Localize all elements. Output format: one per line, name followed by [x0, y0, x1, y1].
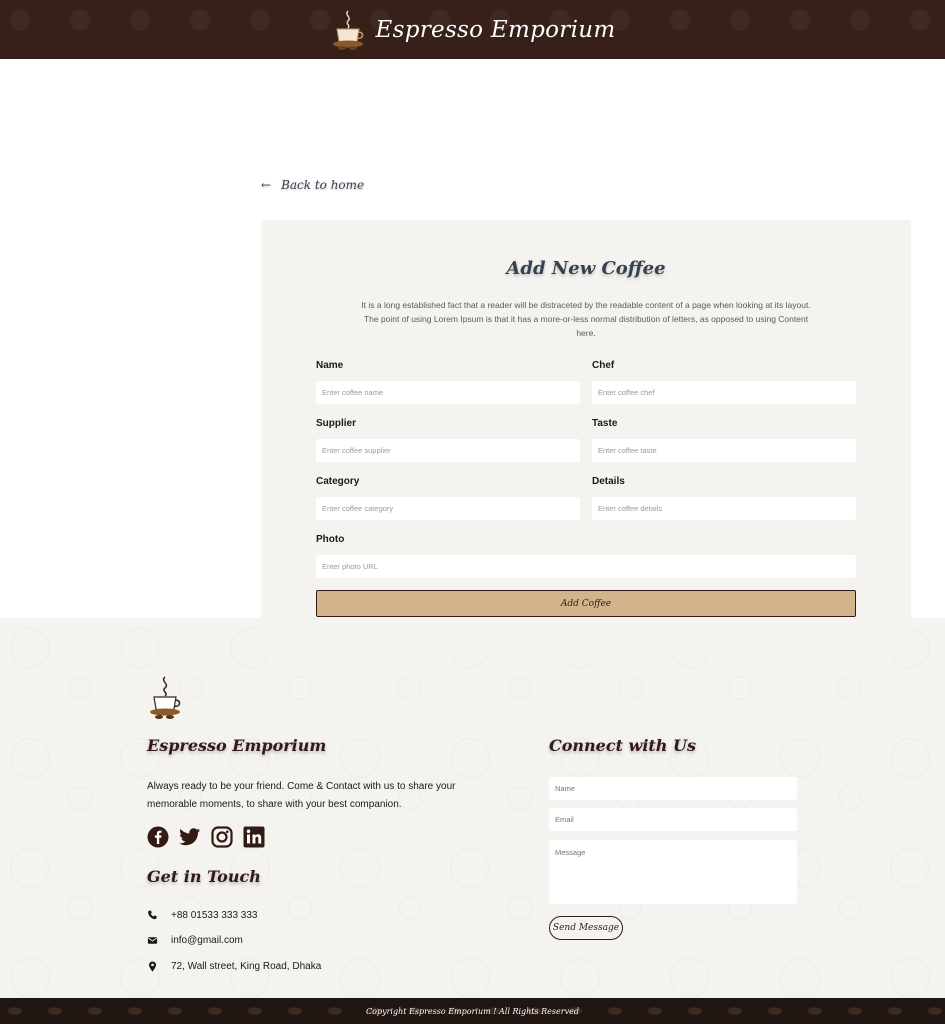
footer-about-text: Always ready to be your friend. Come & C…: [147, 781, 456, 810]
connect-message-input[interactable]: [549, 840, 797, 904]
taste-field-group: Taste: [592, 418, 856, 462]
coffee-cup-logo-icon: [150, 676, 181, 719]
details-label: Details: [592, 476, 625, 487]
social-links: [147, 826, 265, 848]
arrow-left-icon: ←: [261, 178, 272, 192]
add-coffee-form: Add New Coffee It is a long established …: [261, 220, 911, 653]
add-coffee-button[interactable]: Add Coffee: [316, 590, 856, 617]
category-label: Category: [316, 476, 360, 487]
taste-input[interactable]: [592, 439, 856, 462]
copyright-bar: Copyright Espresso Emporium ! All Rights…: [0, 998, 945, 1024]
name-label: Name: [316, 360, 344, 371]
photo-label: Photo: [316, 534, 345, 545]
chef-field-group: Chef: [592, 360, 856, 404]
form-title: Add New Coffee: [506, 258, 666, 279]
chef-input[interactable]: [592, 381, 856, 404]
connect-email-input[interactable]: [549, 808, 797, 831]
footer-brand: Espresso Emporium: [147, 736, 327, 755]
chef-label: Chef: [592, 360, 615, 371]
phone-icon: [148, 910, 157, 920]
photo-input[interactable]: [316, 555, 856, 578]
contact-email: info@gmail.com: [147, 935, 243, 946]
envelope-icon: [147, 937, 158, 944]
taste-label: Taste: [592, 418, 618, 429]
linkedin-icon[interactable]: [243, 826, 265, 848]
connect-heading: Connect with Us: [549, 736, 696, 755]
site-header: Espresso Emporium: [0, 0, 945, 59]
category-field-group: Category: [316, 476, 580, 520]
contact-address: 72, Wall street, King Road, Dhaka: [147, 961, 321, 972]
map-pin-icon: [149, 961, 156, 972]
back-to-home-label: Back to home: [281, 178, 365, 192]
supplier-field-group: Supplier: [316, 418, 580, 462]
contact-phone-text: +88 01533 333 333: [171, 910, 258, 921]
site-footer: Espresso Emporium Always ready to be you…: [0, 618, 945, 998]
copyright-text: Copyright Espresso Emporium ! All Rights…: [366, 1006, 579, 1016]
send-message-button[interactable]: Send Message: [549, 916, 623, 940]
name-input[interactable]: [316, 381, 580, 404]
facebook-icon[interactable]: [147, 826, 169, 848]
contact-address-text: 72, Wall street, King Road, Dhaka: [171, 961, 322, 972]
details-input[interactable]: [592, 497, 856, 520]
name-field-group: Name: [316, 360, 580, 404]
get-in-touch-heading: Get in Touch: [147, 867, 261, 886]
contact-phone: +88 01533 333 333: [147, 910, 257, 921]
form-description: It is a long established fact that a rea…: [361, 300, 811, 338]
category-input[interactable]: [316, 497, 580, 520]
site-title: Espresso Emporium: [375, 16, 616, 43]
supplier-input[interactable]: [316, 439, 580, 462]
twitter-icon[interactable]: [179, 826, 201, 848]
connect-name-input[interactable]: [549, 777, 797, 800]
supplier-label: Supplier: [316, 418, 357, 429]
back-to-home-link[interactable]: ← Back to home: [261, 178, 364, 192]
instagram-icon[interactable]: [211, 826, 233, 848]
contact-email-text: info@gmail.com: [171, 935, 243, 946]
coffee-cup-logo-icon: [332, 9, 363, 50]
photo-field-group: Photo: [316, 534, 856, 578]
details-field-group: Details: [592, 476, 856, 520]
